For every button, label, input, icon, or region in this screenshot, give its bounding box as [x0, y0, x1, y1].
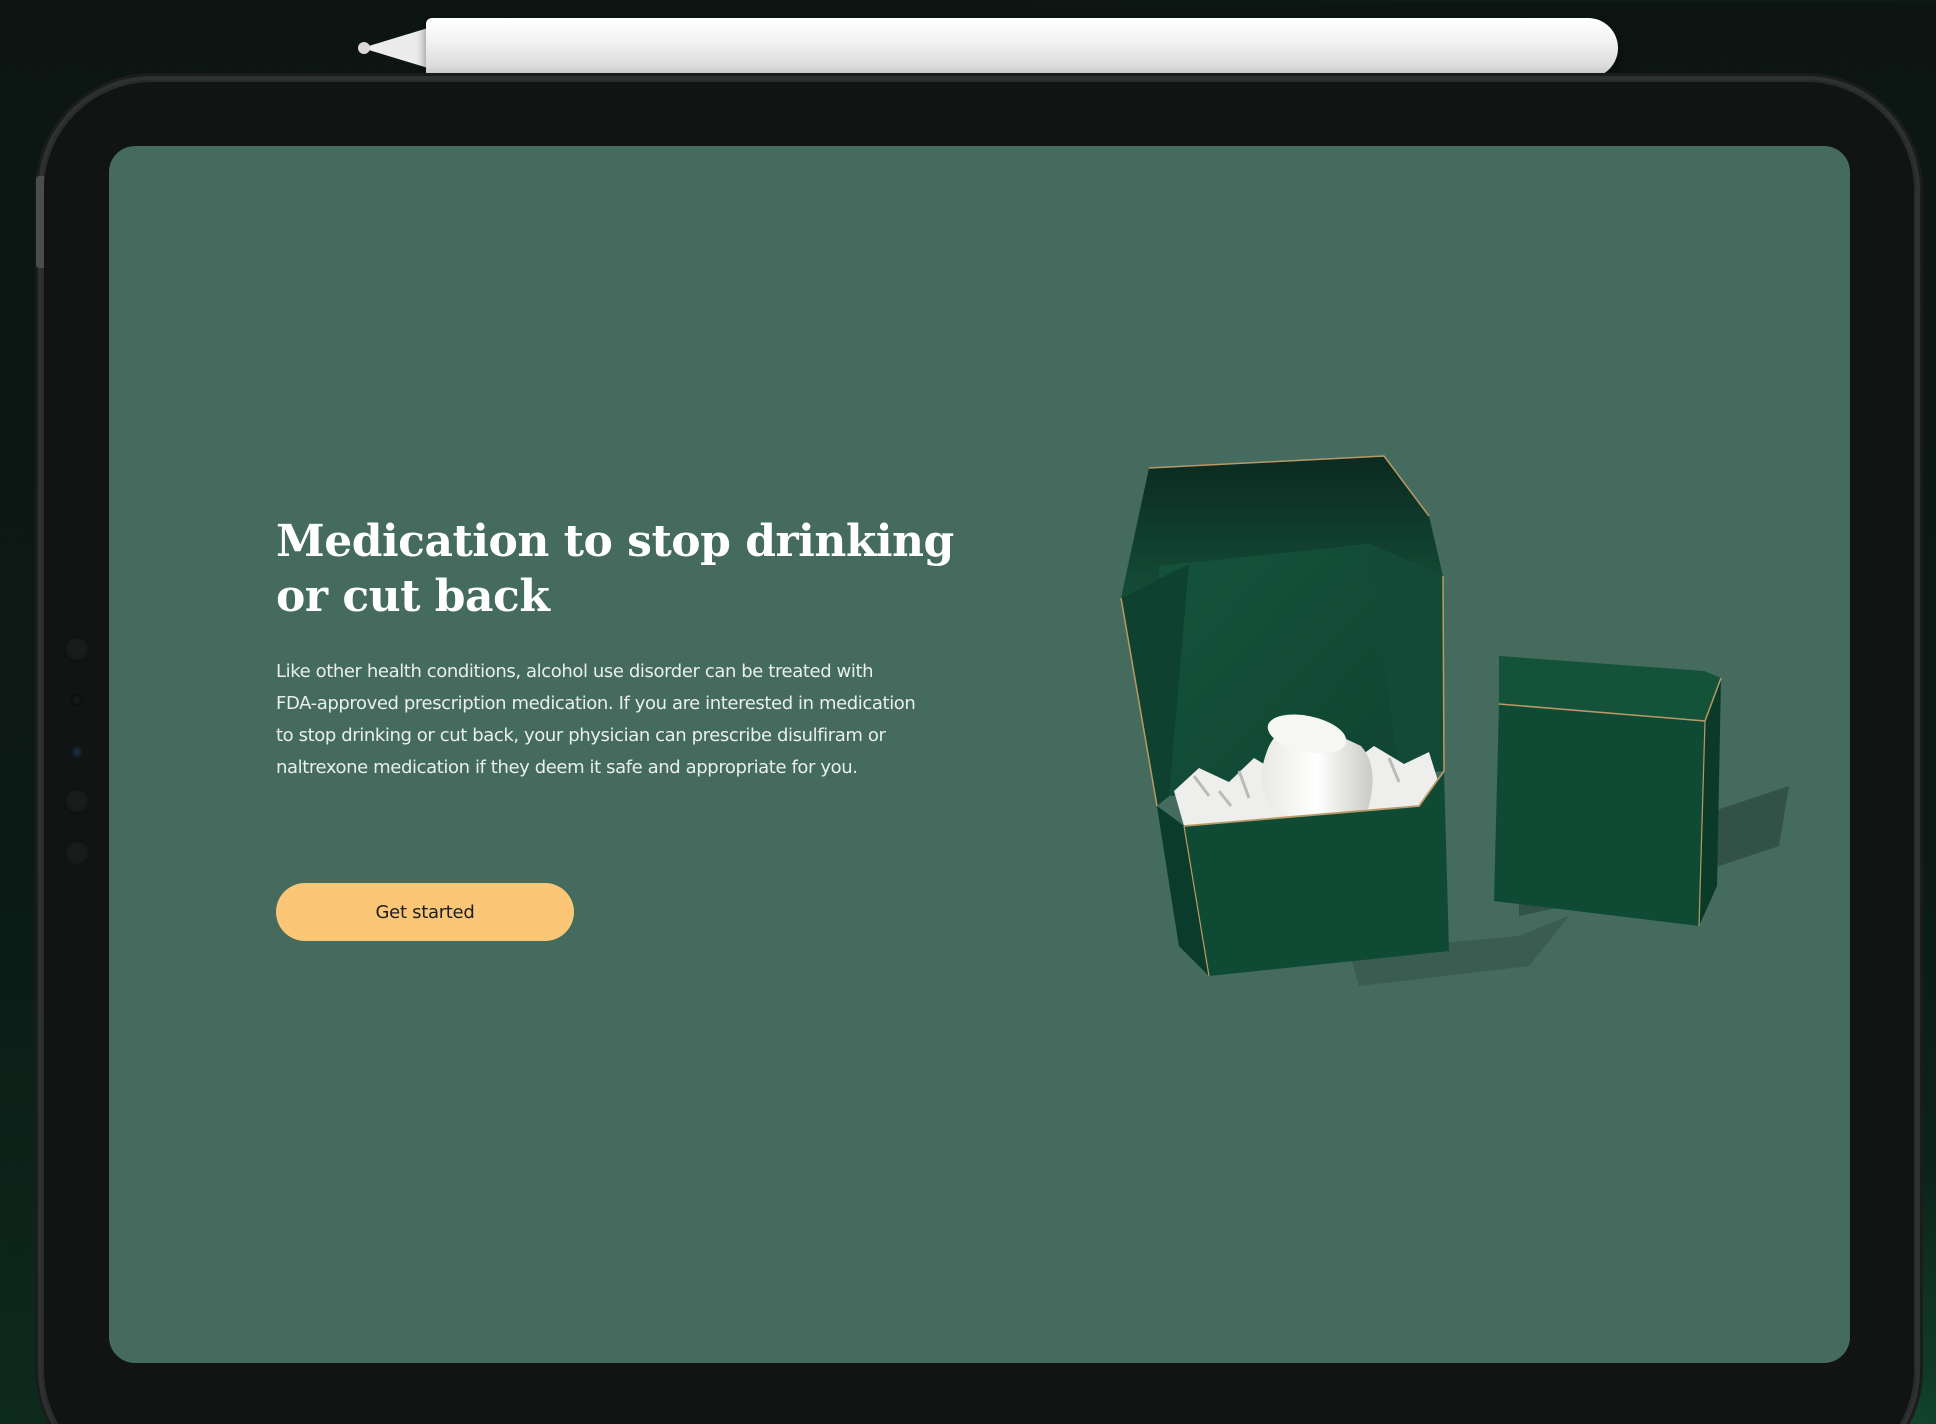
pencil-tip — [362, 28, 428, 68]
sensor-dot — [64, 840, 90, 866]
pencil-nib — [358, 42, 370, 54]
sensor-dot — [64, 636, 90, 662]
medication-box-illustration — [1120, 455, 1789, 986]
tablet-screen: Medication to stop drinking or cut back … — [109, 146, 1850, 1363]
pencil-body — [426, 18, 1618, 78]
sensor-dot — [64, 788, 90, 814]
front-camera-icon — [71, 746, 83, 758]
get-started-button[interactable]: Get started — [276, 883, 574, 941]
closed-box — [1494, 656, 1722, 927]
hero-headline: Medication to stop drinking or cut back — [276, 516, 954, 622]
sensor-dot-small — [71, 694, 83, 706]
side-power-button — [36, 176, 44, 268]
open-box — [1120, 455, 1449, 977]
stylus-pencil — [358, 18, 1618, 78]
hero-body-text: Like other health conditions, alcohol us… — [276, 661, 916, 778]
